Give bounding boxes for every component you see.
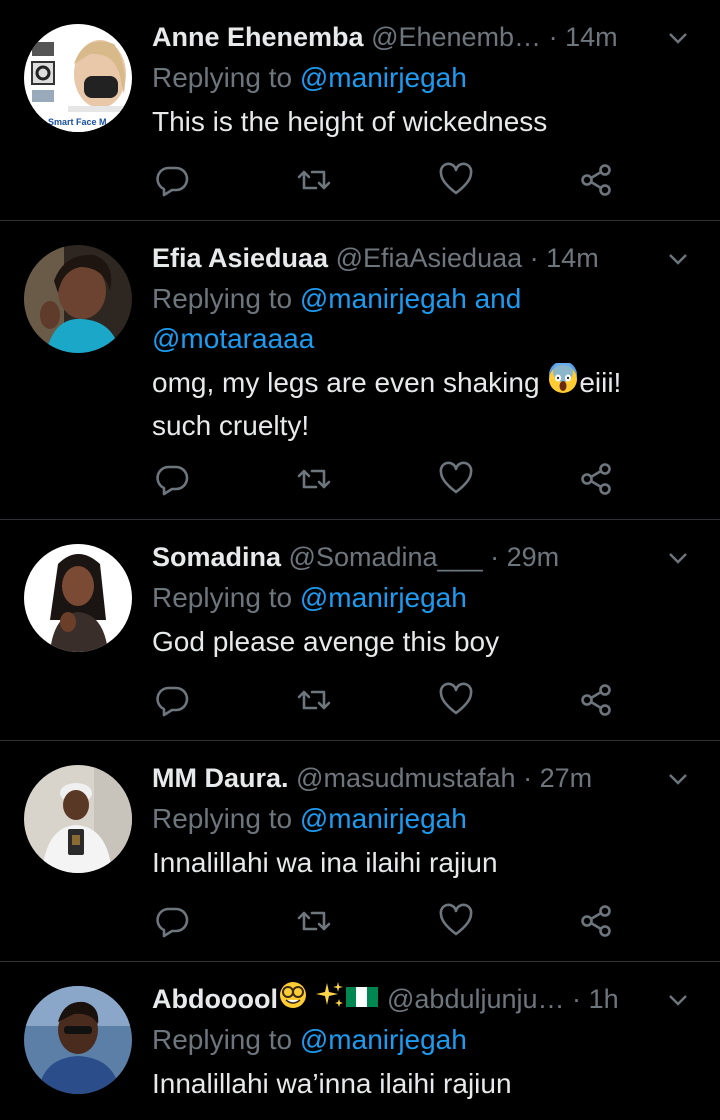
mention-link[interactable]: @motaraaaa [152,323,314,354]
sparkles-emoji [315,980,345,1020]
avatar[interactable] [24,544,132,652]
tweet-text: Innalillahi wa’inna ilaihi rajiun [152,1068,512,1099]
reply-icon[interactable] [154,162,190,198]
avatar[interactable] [24,245,132,353]
mention-link[interactable]: @manirjegah [300,582,467,613]
avatar-caption: Smart Face M [48,117,107,127]
action-bar [152,682,622,722]
avatar[interactable]: Smart Face M [24,24,132,132]
avatar[interactable] [24,986,132,1094]
share-icon[interactable] [578,162,614,198]
replying-to: Replying to @manirjegah [152,1020,696,1060]
chevron-down-icon[interactable] [666,247,690,271]
share-icon[interactable] [578,461,614,497]
tweet-text: Innalillahi wa ina ilaihi rajiun [152,847,498,878]
tweet-text: This is the height of wickedness [152,106,548,137]
replying-to: Replying to @manirjegah [152,799,696,839]
tweet-text: omg, my legs are even shaking eiii! [152,361,696,406]
replying-to-label: Replying to [152,1024,293,1055]
reply-icon[interactable] [154,461,190,497]
author-handle[interactable]: @masudmustafah [296,763,516,793]
author-name[interactable]: MM Daura. [152,763,289,793]
action-bar [152,903,622,943]
share-icon[interactable] [578,682,614,718]
mention-link[interactable]: @manirjegah [300,62,467,93]
reply-feed: Smart Face M Anne Ehenemba @Ehenemb… · 1… [0,0,720,1120]
author-handle[interactable]: @EfiaAsieduaa [336,243,523,273]
chevron-down-icon[interactable] [666,988,690,1012]
timestamp[interactable]: 1h [589,984,619,1014]
reply-icon[interactable] [154,682,190,718]
replying-to: Replying to @manirjegah and [152,279,696,319]
tweet-text-part: eiii! [579,367,622,398]
author-handle[interactable]: @Ehenemb… [371,22,541,52]
author-name[interactable]: Efia Asieduaa [152,243,328,273]
mention-link[interactable]: @manirjegah [300,803,467,834]
reply-icon[interactable] [154,903,190,939]
replying-to: Replying to @manirjegah [152,58,696,98]
author-name[interactable]: Somadina [152,542,281,572]
action-bar [152,162,622,202]
retweet-icon[interactable] [296,162,332,198]
mention-link[interactable]: @manirjegah and [300,283,521,314]
author-name[interactable]: Abdooool [152,984,278,1014]
tweet[interactable]: Somadina @Somadina___ · 29m Replying to … [0,520,720,741]
avatar[interactable] [24,765,132,873]
like-icon[interactable] [438,461,474,497]
like-icon[interactable] [438,682,474,718]
separator-dot: · [523,763,533,793]
like-icon[interactable] [438,903,474,939]
timestamp[interactable]: 14m [565,22,618,52]
action-bar [152,461,622,501]
screaming-emoji [547,361,579,406]
separator-dot: · [572,984,582,1014]
timestamp[interactable]: 27m [540,763,593,793]
replying-to-label: Replying to [152,582,293,613]
replying-to-label: Replying to [152,283,293,314]
author-name[interactable]: Anne Ehenemba [152,22,364,52]
timestamp[interactable]: 14m [546,243,599,273]
separator-dot: · [490,542,500,572]
nerd-emoji [278,980,308,1020]
separator-dot: · [529,243,539,273]
nigeria-flag-emoji [345,980,379,1020]
replying-to-label: Replying to [152,803,293,834]
tweet-text-part: omg, my legs are even shaking [152,367,548,398]
tweet[interactable]: Smart Face M Anne Ehenemba @Ehenemb… · 1… [0,0,720,221]
replying-to-continued: @motaraaaa [152,319,696,359]
replying-to-label: Replying to [152,62,293,93]
timestamp[interactable]: 29m [507,542,560,572]
tweet-text-line: such cruelty! [152,410,310,442]
separator-dot: · [548,22,558,52]
retweet-icon[interactable] [296,903,332,939]
retweet-icon[interactable] [296,682,332,718]
share-icon[interactable] [578,903,614,939]
author-handle[interactable]: @abduljunju… [387,984,565,1014]
tweet[interactable]: Efia Asieduaa @EfiaAsieduaa · 14m Replyi… [0,221,720,520]
chevron-down-icon[interactable] [666,767,690,791]
retweet-icon[interactable] [296,461,332,497]
replying-to: Replying to @manirjegah [152,578,696,618]
tweet[interactable]: Abdooool @abduljunju… · 1h Replying to @… [0,962,720,1120]
chevron-down-icon[interactable] [666,26,690,50]
tweet-text: God please avenge this boy [152,626,500,657]
tweet[interactable]: MM Daura. @masudmustafah · 27m Replying … [0,741,720,962]
chevron-down-icon[interactable] [666,546,690,570]
like-icon[interactable] [438,162,474,198]
author-handle[interactable]: @Somadina___ [289,542,483,572]
mention-link[interactable]: @manirjegah [300,1024,467,1055]
